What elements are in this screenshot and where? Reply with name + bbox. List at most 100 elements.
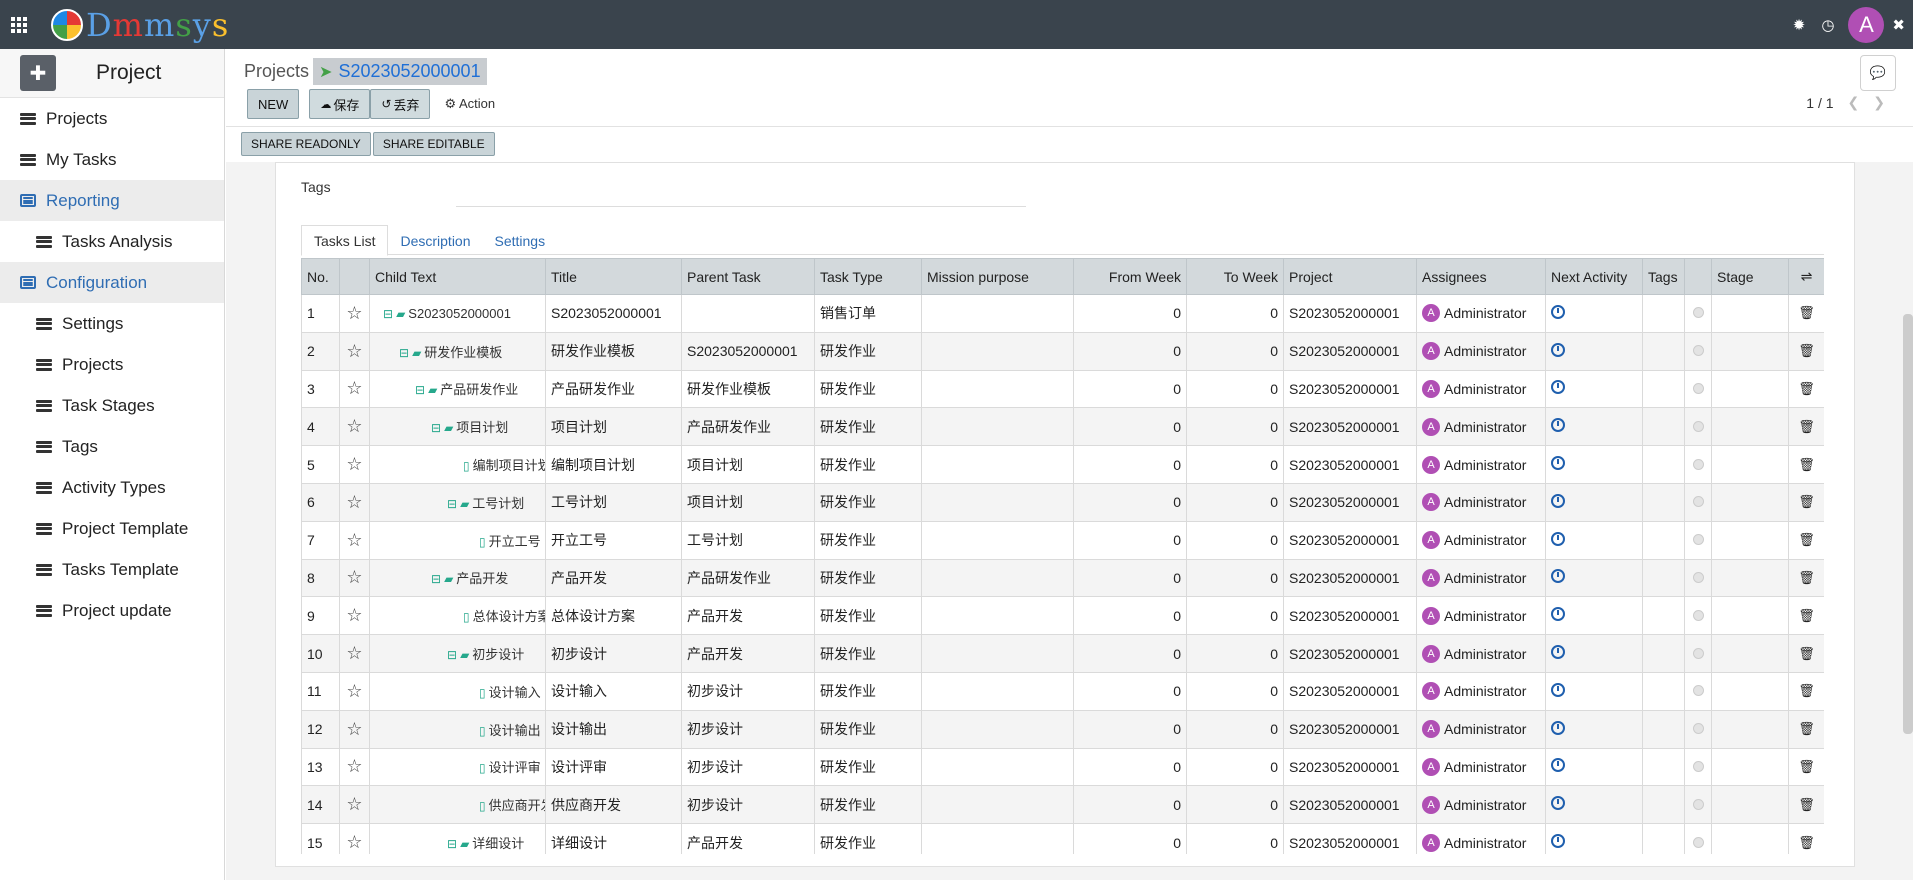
trash-icon[interactable]: 🗑 [1788, 331, 1824, 371]
cell-from-week[interactable]: 0 [1073, 445, 1187, 484]
trash-icon[interactable]: 🗑 [1788, 445, 1824, 484]
cell-to-week[interactable]: 0 [1186, 407, 1284, 447]
cell-project[interactable]: S2023052000001 [1283, 596, 1417, 636]
trash-icon[interactable]: 🗑 [1788, 558, 1824, 598]
action-menu[interactable]: ⚙ Action [444, 96, 495, 112]
sidebar-item-activity-types[interactable]: Activity Types [0, 467, 224, 508]
clock-icon[interactable] [1551, 342, 1565, 357]
cell-project[interactable]: S2023052000001 [1283, 407, 1417, 447]
cell-priority[interactable] [1684, 407, 1712, 447]
cell-to-week[interactable]: 0 [1186, 634, 1284, 673]
pager-value[interactable]: 1 / 1 [1806, 95, 1833, 111]
cell-stage[interactable] [1711, 596, 1789, 636]
trash-icon[interactable]: 🗑 [1788, 482, 1824, 522]
cell-priority[interactable] [1684, 596, 1712, 636]
star-icon[interactable]: ☆ [339, 331, 370, 371]
cell-project[interactable]: S2023052000001 [1283, 331, 1417, 371]
cell-next-activity[interactable] [1545, 520, 1643, 560]
table-row[interactable]: 14☆▯供应商开发供应商开发初步设计研发作业00S2023052000001AA… [301, 785, 1824, 825]
status-dot-icon[interactable] [1692, 534, 1704, 546]
trash-icon[interactable]: 🗑 [1788, 294, 1824, 333]
trash-icon[interactable]: 🗑 [1788, 709, 1824, 749]
cell-assignees[interactable]: A Administrator [1416, 482, 1546, 522]
cell-assignees[interactable]: A Administrator [1416, 369, 1546, 409]
cell-child-text[interactable]: ▯ 总体设计方案 [369, 596, 546, 636]
cell-mission-purpose[interactable] [921, 785, 1074, 825]
star-icon[interactable]: ☆ [339, 823, 370, 854]
cell-to-week[interactable]: 0 [1186, 596, 1284, 636]
cell-priority[interactable] [1684, 558, 1712, 598]
cell-task-type[interactable]: 研发作业 [814, 520, 922, 560]
cell-next-activity[interactable] [1545, 407, 1643, 447]
cell-tags[interactable] [1642, 558, 1685, 598]
cell-task-type[interactable]: 研发作业 [814, 634, 922, 673]
cell-parent-task[interactable]: 产品研发作业 [681, 558, 815, 598]
cell-project[interactable]: S2023052000001 [1283, 785, 1417, 825]
col-mission-purpose[interactable]: Mission purpose [921, 258, 1074, 295]
cell-tags[interactable] [1642, 634, 1685, 673]
status-dot-icon[interactable] [1692, 836, 1704, 848]
tab-settings[interactable]: Settings [483, 225, 558, 256]
cell-mission-purpose[interactable] [921, 482, 1074, 522]
clock-icon[interactable] [1551, 796, 1565, 811]
cell-to-week[interactable]: 0 [1186, 671, 1284, 711]
cell-assignees[interactable]: A Administrator [1416, 785, 1546, 825]
clock-icon[interactable] [1551, 456, 1565, 471]
cell-title[interactable]: 详细设计 [545, 823, 682, 854]
cell-title[interactable]: 供应商开发 [545, 785, 682, 825]
cell-to-week[interactable]: 0 [1186, 482, 1284, 522]
cell-next-activity[interactable] [1545, 823, 1643, 854]
star-icon[interactable]: ☆ [339, 747, 370, 787]
cell-child-text[interactable]: ⊟ ▰ 工号计划 [369, 482, 546, 522]
cell-parent-task[interactable]: 初步设计 [681, 747, 815, 787]
discard-button[interactable]: ↺ 丢弃 [370, 89, 431, 119]
cell-from-week[interactable]: 0 [1073, 785, 1187, 825]
sidebar-item-tasks-template[interactable]: Tasks Template [0, 549, 224, 590]
cell-child-text[interactable]: ⊟ ▰ 初步设计 [369, 634, 546, 673]
cell-task-type[interactable]: 研发作业 [814, 445, 922, 484]
cell-assignees[interactable]: A Administrator [1416, 823, 1546, 854]
cell-parent-task[interactable]: 产品研发作业 [681, 407, 815, 447]
cell-task-type[interactable]: 研发作业 [814, 747, 922, 787]
cell-task-type[interactable]: 研发作业 [814, 709, 922, 749]
cell-priority[interactable] [1684, 709, 1712, 749]
sidebar-item-task-stages[interactable]: Task Stages [0, 385, 224, 426]
col-task-type[interactable]: Task Type [814, 258, 922, 295]
cell-priority[interactable] [1684, 294, 1712, 333]
cell-from-week[interactable]: 0 [1073, 520, 1187, 560]
status-dot-icon[interactable] [1692, 458, 1704, 470]
cell-next-activity[interactable] [1545, 785, 1643, 825]
star-icon[interactable]: ☆ [339, 596, 370, 636]
cell-from-week[interactable]: 0 [1073, 671, 1187, 711]
cell-mission-purpose[interactable] [921, 407, 1074, 447]
cell-tags[interactable] [1642, 747, 1685, 787]
cell-tags[interactable] [1642, 331, 1685, 371]
status-dot-icon[interactable] [1692, 609, 1704, 621]
cell-mission-purpose[interactable] [921, 823, 1074, 854]
table-row[interactable]: 6 ☆ ⊟ ▰ 工号计划 工号计划 项目计划 研发作业 0 0 S2023052000001 A Adm… [301, 482, 1824, 522]
table-row[interactable]: 9 ☆ ▯ 总体设计方案 总体设计方案 产品开发 研发作业 0 0 S2023052000001 A… [301, 596, 1824, 636]
table-row[interactable]: 12 ☆ ▯ 设计输出 设计输出 初步设计 研发作业 0 0 S2023052000001 A Adm… [301, 709, 1824, 749]
chevron-right-icon[interactable]: ❯ [1873, 94, 1885, 111]
collapse-icon[interactable]: ⊟ [431, 572, 441, 586]
sidebar-item-settings[interactable]: Settings [0, 303, 224, 344]
cell-task-type[interactable]: 研发作业 [814, 596, 922, 636]
cell-tags[interactable] [1642, 369, 1685, 409]
trash-icon[interactable]: 🗑 [1788, 785, 1824, 825]
logo[interactable]: Dmmsys [51, 6, 229, 44]
share-editable-button[interactable]: SHARE EDITABLE [372, 132, 495, 156]
cell-parent-task[interactable]: 产品开发 [681, 634, 815, 673]
cell-assignees[interactable]: A Administrator [1416, 445, 1546, 484]
cell-child-text[interactable]: ▯ 编制项目计划 [369, 445, 546, 484]
cell-tags[interactable] [1642, 671, 1685, 711]
star-icon[interactable]: ☆ [339, 445, 370, 484]
table-row[interactable]: 4 ☆ ⊟ ▰ 项目计划 项目计划 产品研发作业 研发作业 0 0 S2023052000001 A A… [301, 407, 1824, 447]
trash-icon[interactable]: 🗑 [1788, 823, 1824, 854]
cell-project[interactable]: S2023052000001 [1283, 294, 1417, 333]
cell-stage[interactable] [1711, 407, 1789, 447]
table-row[interactable]: 8 ☆ ⊟ ▰ 产品开发 产品开发 产品研发作业 研发作业 0 0 S2023052000001 A A… [301, 558, 1824, 598]
sidebar-item-configuration[interactable]: Configuration [0, 262, 224, 303]
cell-from-week[interactable]: 0 [1073, 407, 1187, 447]
cell-from-week[interactable]: 0 [1073, 747, 1187, 787]
cell-title[interactable]: 研发作业模板 [545, 331, 682, 371]
